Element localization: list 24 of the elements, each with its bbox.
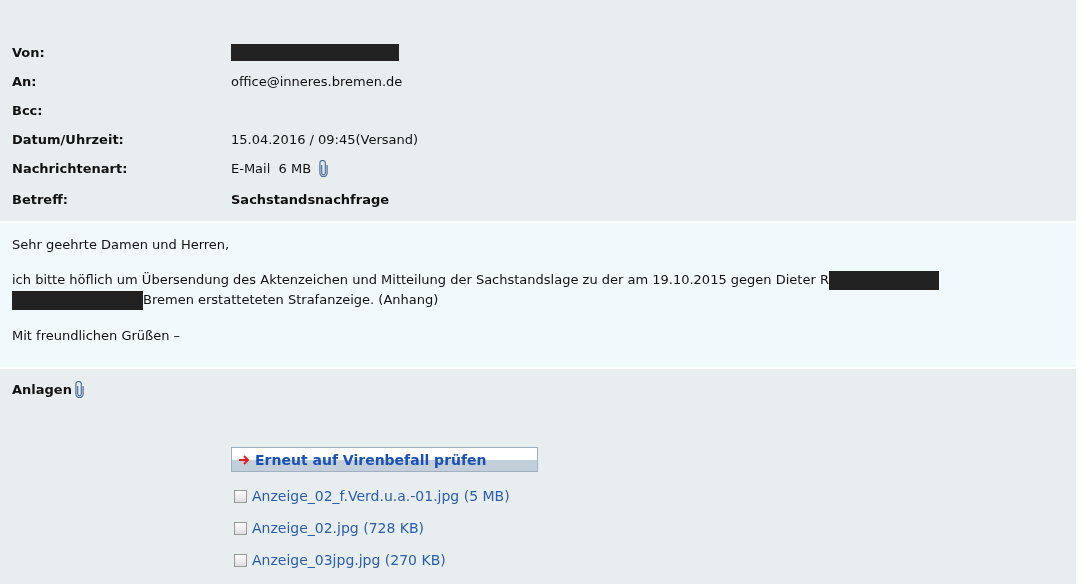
arrow-icon xyxy=(238,454,250,465)
virus-scan-button[interactable]: Erneut auf Virenbefall prüfen xyxy=(231,447,538,472)
message-text: Sehr geehrte Damen und Herren, xyxy=(12,237,230,252)
field-value: office@inneres.bremen.de xyxy=(231,74,403,89)
message-text: Mit freundlichen Grüßen – xyxy=(12,328,181,343)
checkbox[interactable] xyxy=(234,521,247,535)
section-title: Anlagen xyxy=(12,382,72,397)
attachment-link[interactable]: Anzeige_02_f.Verd.u.a.-01.jpg (5 MB) xyxy=(252,488,510,504)
field-value: Sachstandsnachfrage xyxy=(231,191,390,207)
checkbox[interactable] xyxy=(234,553,247,567)
paperclip-icon xyxy=(74,381,84,398)
field-label: Nachrichtenart: xyxy=(12,161,129,176)
field-label: An: xyxy=(12,74,38,89)
attachment-link[interactable]: Anzeige_03jpg.jpg (270 KB) xyxy=(252,552,446,568)
attachment-link[interactable]: Anzeige_02.jpg (728 KB) xyxy=(252,520,425,536)
field-label: Betreff: xyxy=(12,191,69,207)
field-label: Datum/Uhrzeit: xyxy=(12,132,125,147)
checkbox[interactable] xyxy=(234,489,247,503)
message-text: Bremen erstatteteten Strafanzeige. (Anhang) xyxy=(143,292,439,307)
field-label: Bcc: xyxy=(12,103,44,118)
field-value: E-Mail 6 MB xyxy=(231,161,312,176)
field-value: 15.04.2016 / 09:45(Versand) xyxy=(231,132,419,147)
message-text: ich bitte höflich um Übersendung des Aktenzeichen und Mitteilung der Sachstandslage zu der am 19.10.2015 gegen Dieter R xyxy=(12,272,829,287)
field-label: Von: xyxy=(12,45,46,60)
